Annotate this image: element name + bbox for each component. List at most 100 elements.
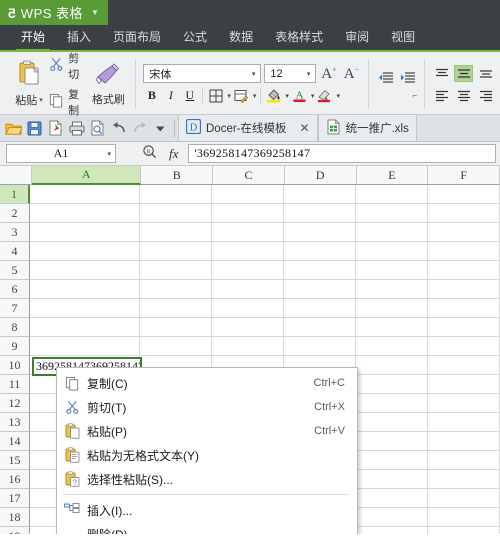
cell-context-menu[interactable]: 复制(C) Ctrl+C 剪切(T) Ctrl+X 粘贴(P) Ctrl+V 粘贴为无格式文… (56, 367, 358, 534)
cell-style-button[interactable] (233, 87, 250, 104)
cell-F18[interactable] (428, 508, 500, 527)
cell-B5[interactable] (140, 261, 212, 280)
cell-F10[interactable] (428, 356, 500, 375)
cell-C4[interactable] (212, 242, 284, 261)
cell-E16[interactable] (356, 470, 428, 489)
cell-E3[interactable] (356, 223, 428, 242)
cell-A2[interactable] (30, 204, 140, 223)
tab-formula[interactable]: 公式 (172, 24, 218, 51)
menu-item-2[interactable]: 粘贴(P) Ctrl+V (57, 419, 357, 443)
align-right-button[interactable] (476, 87, 495, 104)
italic-button[interactable]: I (162, 87, 179, 104)
cell-B3[interactable] (140, 223, 212, 242)
font-size-combo[interactable]: 12 ▾ (264, 64, 317, 83)
font-color-button[interactable]: A (291, 87, 308, 104)
insert-function-icon[interactable]: fx (169, 146, 178, 162)
cell-C6[interactable] (212, 280, 284, 299)
cell-A9[interactable] (30, 337, 140, 356)
row-header-1[interactable]: 1 (0, 185, 30, 204)
cell-F16[interactable] (428, 470, 500, 489)
row-header-16[interactable]: 16 (0, 470, 30, 489)
chevron-down-icon[interactable]: ▾ (336, 92, 340, 100)
cell-F5[interactable] (428, 261, 500, 280)
cell-F9[interactable] (428, 337, 500, 356)
tab-start[interactable]: 开始 (10, 24, 56, 51)
cell-F15[interactable] (428, 451, 500, 470)
cell-F3[interactable] (428, 223, 500, 242)
cell-F19[interactable] (428, 527, 500, 534)
cell-F13[interactable] (428, 413, 500, 432)
cell-B9[interactable] (140, 337, 212, 356)
cell-A6[interactable] (30, 280, 140, 299)
row-header-19[interactable]: 19 (0, 527, 30, 534)
tab-table-style[interactable]: 表格样式 (264, 24, 334, 51)
row-header-18[interactable]: 18 (0, 508, 30, 527)
cell-F1[interactable] (428, 185, 500, 204)
menu-item-4[interactable]: ? 选择性粘贴(S)... (57, 467, 357, 491)
close-icon[interactable]: ✕ (300, 121, 310, 135)
column-header-b[interactable]: B (141, 166, 214, 185)
cell-C3[interactable] (212, 223, 284, 242)
row-header-10[interactable]: 10 (0, 356, 30, 375)
cell-E1[interactable] (356, 185, 428, 204)
cell-A1[interactable] (30, 185, 140, 204)
redo-icon[interactable] (129, 118, 150, 139)
increase-indent-button[interactable] (398, 69, 417, 86)
cell-E19[interactable] (356, 527, 428, 534)
cell-E15[interactable] (356, 451, 428, 470)
chevron-down-icon[interactable]: ▼ (91, 8, 99, 17)
cell-E17[interactable] (356, 489, 428, 508)
cell-F11[interactable] (428, 375, 500, 394)
row-header-4[interactable]: 4 (0, 242, 30, 261)
borders-button[interactable] (207, 87, 224, 104)
column-header-c[interactable]: C (213, 166, 285, 185)
save-icon[interactable] (24, 118, 45, 139)
chevron-down-icon[interactable]: ▾ (304, 70, 314, 78)
cell-A3[interactable] (30, 223, 140, 242)
cell-F12[interactable] (428, 394, 500, 413)
menu-item-5[interactable]: 插入(I)... (57, 498, 357, 522)
bold-button[interactable]: B (143, 87, 160, 104)
cell-F17[interactable] (428, 489, 500, 508)
cell-B2[interactable] (140, 204, 212, 223)
column-header-a[interactable]: A (31, 166, 142, 185)
fill-color-button[interactable] (265, 87, 282, 104)
dialog-launcher-icon[interactable]: ⌐ (412, 91, 417, 100)
cell-E11[interactable] (356, 375, 428, 394)
row-header-17[interactable]: 17 (0, 489, 30, 508)
align-left-button[interactable] (432, 87, 451, 104)
align-top-button[interactable] (432, 65, 451, 82)
align-center-button[interactable] (454, 87, 473, 104)
chevron-down-icon[interactable]: ▾ (253, 92, 257, 100)
format-painter-button[interactable]: 格式刷 (88, 54, 128, 114)
cell-E18[interactable] (356, 508, 428, 527)
row-header-6[interactable]: 6 (0, 280, 30, 299)
cell-E12[interactable] (356, 394, 428, 413)
undo-icon[interactable] (108, 118, 129, 139)
cell-C2[interactable] (212, 204, 284, 223)
column-header-d[interactable]: D (284, 166, 357, 185)
cell-B7[interactable] (140, 299, 212, 318)
cell-C7[interactable] (212, 299, 284, 318)
chevron-down-icon[interactable]: ▾ (107, 150, 111, 158)
row-header-2[interactable]: 2 (0, 204, 30, 223)
cell-D5[interactable] (284, 261, 356, 280)
cell-D2[interactable] (284, 204, 356, 223)
cell-D9[interactable] (284, 337, 356, 356)
cell-E4[interactable] (356, 242, 428, 261)
cell-E13[interactable] (356, 413, 428, 432)
cell-B6[interactable] (140, 280, 212, 299)
cell-E10[interactable] (356, 356, 428, 375)
menu-item-6[interactable]: 删除(D)... (57, 522, 357, 535)
cell-B8[interactable] (140, 318, 212, 337)
menu-item-0[interactable]: 复制(C) Ctrl+C (57, 371, 357, 395)
wps-app-button[interactable]: 5 WPS 表格 ▼ (0, 0, 108, 25)
align-bottom-button[interactable] (476, 65, 495, 82)
chevron-down-icon[interactable]: ▾ (285, 92, 289, 100)
cell-E8[interactable] (356, 318, 428, 337)
cell-A7[interactable] (30, 299, 140, 318)
cell-B4[interactable] (140, 242, 212, 261)
cell-C5[interactable] (212, 261, 284, 280)
tab-insert[interactable]: 插入 (56, 24, 102, 51)
decrease-indent-button[interactable] (376, 69, 395, 86)
